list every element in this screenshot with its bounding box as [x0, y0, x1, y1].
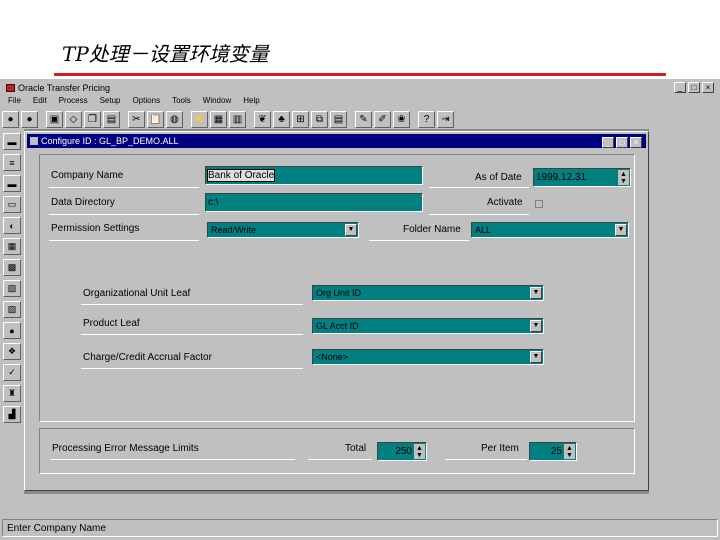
data-directory-field[interactable]: c:\ — [205, 193, 423, 212]
chart-icon[interactable]: ▦ — [210, 110, 227, 128]
child-minimize-button[interactable]: _ — [602, 137, 614, 148]
menu-file[interactable]: File — [8, 96, 21, 108]
sidebar: ▬ ≡ ▬ ▭ ◐ ▦ ▩ ▧ ▨ ● ❖ ✓ ♜ ▟ — [3, 133, 23, 427]
leaf-icon[interactable]: ❦ — [254, 110, 271, 128]
charge-credit-label: Charge/Credit Accrual Factor — [83, 352, 212, 363]
side-module-icon-11[interactable]: ❖ — [3, 343, 21, 360]
menu-help[interactable]: Help — [243, 96, 259, 108]
toolbar: ● ● ▣ ◇ ❐ ▤ ✂ 📋 ◍ ⚡ ▦ ▥ ❦ ♣ ⊞ ⧉ ▤ ✎ ✐ ❀ … — [0, 108, 720, 130]
menu-setup[interactable]: Setup — [100, 96, 121, 108]
app-titlebar: Oracle Transfer Pricing _ □ × — [2, 81, 718, 95]
menu-options[interactable]: Options — [133, 96, 161, 108]
red-divider — [54, 73, 666, 76]
side-module-icon-13[interactable]: ♜ — [3, 385, 21, 402]
app-title: Oracle Transfer Pricing — [18, 83, 111, 93]
oracle-alt-icon[interactable]: ● — [21, 110, 38, 128]
chevron-down-icon[interactable]: ▼ — [530, 351, 542, 363]
total-field[interactable]: 250 ▲ ▼ — [377, 442, 427, 461]
per-item-field[interactable]: 25 ▲ ▼ — [529, 442, 577, 461]
child-window-controls: _ □ × — [602, 137, 642, 148]
product-leaf-label: Product Leaf — [83, 318, 140, 329]
charge-credit-select[interactable]: <None> ▼ — [312, 349, 544, 365]
chevron-down-icon[interactable]: ▼ — [345, 224, 357, 236]
activate-checkbox[interactable] — [535, 200, 543, 208]
menu-process[interactable]: Process — [59, 96, 88, 108]
slide-title: TP处理－设置环境变量 — [62, 42, 269, 66]
copy-icon[interactable]: ❐ — [84, 110, 101, 128]
filter-icon[interactable]: ⧉ — [311, 110, 328, 128]
side-module-icon-10[interactable]: ● — [3, 322, 21, 339]
child-titlebar: Configure ID : GL_BP_DEMO.ALL _ □ × — [27, 134, 646, 148]
globe-icon[interactable]: ◍ — [166, 110, 183, 128]
app-window: Oracle Transfer Pricing _ □ × File Edit … — [0, 78, 720, 540]
total-spinner-icon[interactable]: ▲ ▼ — [414, 444, 425, 459]
side-module-icon-1[interactable]: ▬ — [3, 133, 21, 150]
chevron-down-icon[interactable]: ▼ — [615, 224, 627, 236]
paste-icon[interactable]: 📋 — [147, 110, 164, 128]
as-of-date-label: As of Date — [475, 172, 522, 183]
menu-edit[interactable]: Edit — [33, 96, 47, 108]
exit-icon[interactable]: ⇥ — [437, 110, 454, 128]
eraser-icon[interactable]: ◇ — [65, 110, 82, 128]
cut-icon[interactable]: ✂ — [128, 110, 145, 128]
help-icon[interactable]: ? — [418, 110, 435, 128]
run-icon[interactable]: ⚡ — [191, 110, 208, 128]
chevron-down-icon[interactable]: ▼ — [530, 320, 542, 332]
folder-name-label: Folder Name — [403, 224, 461, 235]
report-icon[interactable]: ▤ — [330, 110, 347, 128]
as-of-date-field[interactable]: 1999.12.31 ▲ ▼ — [533, 168, 631, 187]
chevron-down-icon[interactable]: ▼ — [530, 287, 542, 299]
side-module-icon-7[interactable]: ▩ — [3, 259, 21, 276]
company-name-field[interactable]: Bank of Oracle — [205, 166, 423, 185]
side-module-icon-5[interactable]: ◐ — [3, 217, 21, 234]
child-close-button[interactable]: × — [630, 137, 642, 148]
oracle-icon[interactable]: ● — [2, 110, 19, 128]
side-module-icon-3[interactable]: ▬ — [3, 175, 21, 192]
close-button[interactable]: × — [702, 82, 714, 93]
permission-select[interactable]: Read/Write ▼ — [207, 222, 359, 238]
per-item-label: Per Item — [481, 443, 519, 454]
note-icon[interactable]: ✐ — [374, 110, 391, 128]
side-module-icon-14[interactable]: ▟ — [3, 406, 21, 423]
side-module-icon-4[interactable]: ▭ — [3, 196, 21, 213]
menubar: File Edit Process Setup Options Tools Wi… — [2, 96, 718, 108]
product-leaf-select[interactable]: GL Acct ID ▼ — [312, 318, 544, 334]
window-icon — [30, 137, 38, 145]
per-item-spinner-icon[interactable]: ▲ ▼ — [564, 444, 575, 459]
app-window-controls: _ □ × — [674, 82, 714, 93]
list-icon[interactable]: ▤ — [103, 110, 120, 128]
status-bar: Enter Company Name — [2, 519, 718, 537]
child-title: Configure ID : GL_BP_DEMO.ALL — [41, 136, 179, 146]
save-icon[interactable]: ▣ — [46, 110, 63, 128]
side-module-icon-9[interactable]: ▨ — [3, 301, 21, 318]
date-spinner-icon[interactable]: ▲ ▼ — [618, 170, 629, 185]
folder-name-select[interactable]: ALL ▼ — [471, 222, 629, 238]
side-module-icon-8[interactable]: ▧ — [3, 280, 21, 297]
side-module-icon-2[interactable]: ≡ — [3, 154, 21, 171]
company-name-label: Company Name — [51, 170, 124, 181]
idea-icon[interactable]: ✎ — [355, 110, 372, 128]
side-module-icon-12[interactable]: ✓ — [3, 364, 21, 381]
org-unit-leaf-label: Organizational Unit Leaf — [83, 288, 191, 299]
processing-error-label: Processing Error Message Limits — [52, 443, 199, 454]
maximize-button[interactable]: □ — [688, 82, 700, 93]
menu-tools[interactable]: Tools — [172, 96, 191, 108]
org-unit-leaf-select[interactable]: Org Unit ID ▼ — [312, 285, 544, 301]
tree-icon[interactable]: ♣ — [273, 110, 290, 128]
child-maximize-button[interactable]: □ — [616, 137, 628, 148]
hierarchy-icon[interactable]: ⊞ — [292, 110, 309, 128]
configure-window: Configure ID : GL_BP_DEMO.ALL _ □ × Comp… — [24, 131, 649, 491]
data-directory-label: Data Directory — [51, 197, 115, 208]
table-icon[interactable]: ▥ — [229, 110, 246, 128]
palette-icon[interactable]: ❀ — [393, 110, 410, 128]
menu-window[interactable]: Window — [203, 96, 231, 108]
activate-label: Activate — [487, 197, 523, 208]
total-label: Total — [345, 443, 367, 454]
app-logo-icon — [6, 84, 15, 92]
minimize-button[interactable]: _ — [674, 82, 686, 93]
permission-settings-label: Permission Settings — [51, 223, 140, 234]
side-module-icon-6[interactable]: ▦ — [3, 238, 21, 255]
